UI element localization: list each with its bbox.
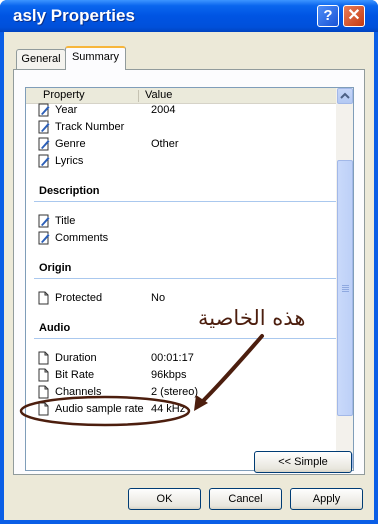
tab-summary[interactable]: Summary bbox=[65, 46, 126, 70]
annotation-arrow-shaft bbox=[198, 334, 264, 406]
annotation-overlay bbox=[19, 334, 264, 427]
highlight-ellipse bbox=[19, 395, 191, 427]
